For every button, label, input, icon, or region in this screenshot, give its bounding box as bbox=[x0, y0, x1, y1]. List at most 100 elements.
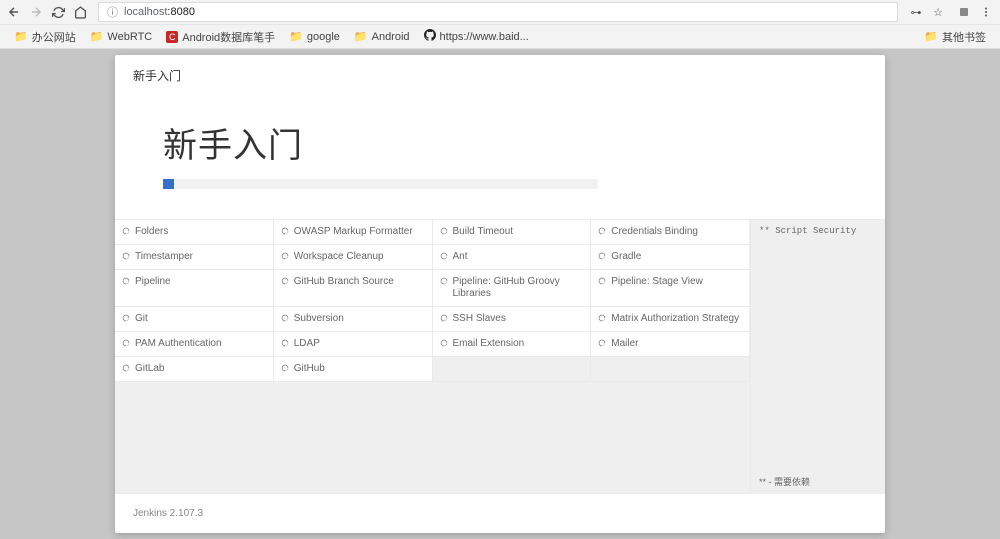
bookmark-item-2[interactable]: C Android数据库笔手 bbox=[160, 27, 281, 47]
plugin-row: PAM Authentication LDAP Email Extension Mai… bbox=[115, 332, 750, 357]
plugin-cell: GitLab bbox=[115, 357, 274, 382]
plugin-cell: SSH Slaves bbox=[433, 307, 592, 332]
plugin-cell: Pipeline: Stage View bbox=[591, 270, 750, 307]
star-button[interactable]: ☆ bbox=[928, 2, 948, 22]
plugin-row: GitSubversionSSH SlavesMatrix Authorizat… bbox=[115, 307, 750, 332]
plugin-cell: Subversion bbox=[274, 307, 433, 332]
plugin-name: LDAP bbox=[294, 338, 320, 350]
spinner-icon bbox=[280, 363, 290, 373]
plugin-name: SSH Slaves bbox=[453, 313, 506, 325]
spinner-icon bbox=[597, 226, 607, 236]
star-icon: ☆ bbox=[933, 6, 943, 19]
plugin-section: FoldersOWASP Markup FormatterBuild Timeo… bbox=[115, 219, 885, 494]
reload-icon bbox=[52, 6, 65, 19]
bookmark-label: https://www.baid... bbox=[440, 31, 529, 43]
url-info-icon: ⓘ bbox=[107, 4, 118, 20]
spinner-icon bbox=[121, 338, 131, 348]
back-button[interactable] bbox=[4, 2, 24, 22]
plugin-name: Ant bbox=[453, 251, 468, 263]
spinner-icon bbox=[121, 276, 131, 286]
plugin-grid: FoldersOWASP Markup FormatterBuild Timeo… bbox=[115, 220, 750, 494]
setup-wizard: 新手入门 新手入门 FoldersOWASP Markup FormatterB… bbox=[115, 55, 885, 533]
hero-section: 新手入门 bbox=[115, 96, 885, 219]
bookmark-item-1[interactable]: 📁 WebRTC bbox=[84, 28, 159, 45]
forward-button[interactable] bbox=[26, 2, 46, 22]
spinner-icon bbox=[597, 338, 607, 348]
extension-button[interactable] bbox=[954, 2, 974, 22]
page-content: 新手入门 新手入门 FoldersOWASP Markup FormatterB… bbox=[0, 49, 1000, 539]
spinner-icon bbox=[121, 363, 131, 373]
spinner-icon bbox=[121, 313, 131, 323]
bookmark-item-0[interactable]: 📁 办公网站 bbox=[8, 27, 82, 47]
app-icon: C bbox=[166, 31, 178, 43]
plugin-cell: Mailer bbox=[591, 332, 750, 357]
nav-toolbar: ⓘ localhost :8080 ⊶ ☆ bbox=[0, 0, 1000, 24]
plugin-grid-filler bbox=[115, 382, 750, 494]
spinner-icon bbox=[597, 313, 607, 323]
bookmark-item-4[interactable]: 📁 Android bbox=[348, 28, 416, 45]
spinner-icon bbox=[439, 338, 449, 348]
plugin-cell: LDAP bbox=[274, 332, 433, 357]
plugin-row: FoldersOWASP Markup FormatterBuild Timeo… bbox=[115, 220, 750, 245]
spinner-icon bbox=[121, 251, 131, 261]
plugin-name: GitHub bbox=[294, 363, 325, 375]
bookmark-item-3[interactable]: 📁 google bbox=[283, 28, 346, 45]
address-bar[interactable]: ⓘ localhost :8080 bbox=[98, 2, 898, 22]
plugin-name: Gradle bbox=[611, 251, 641, 263]
progress-bar bbox=[163, 179, 598, 189]
spinner-icon bbox=[597, 251, 607, 261]
plugin-cell: Folders bbox=[115, 220, 274, 245]
page-title: 新手入门 bbox=[163, 118, 837, 167]
bookmark-label: WebRTC bbox=[107, 31, 152, 43]
folder-icon: 📁 bbox=[90, 30, 104, 43]
url-actions: ⊶ ☆ bbox=[906, 2, 952, 22]
plugin-name: Pipeline: Stage View bbox=[611, 276, 703, 288]
key-icon: ⊶ bbox=[911, 6, 922, 19]
bookmark-label: 办公网站 bbox=[32, 29, 76, 45]
spinner-icon bbox=[280, 338, 290, 348]
bookmark-label: google bbox=[307, 31, 340, 43]
spinner-icon bbox=[439, 251, 449, 261]
plugin-row: Timestamper Workspace Cleanup Ant Gradle bbox=[115, 245, 750, 270]
home-icon bbox=[74, 6, 87, 19]
footer-version: Jenkins 2.107.3 bbox=[115, 494, 885, 533]
plugin-name: GitLab bbox=[135, 363, 164, 375]
plugin-cell: Gradle bbox=[591, 245, 750, 270]
plugin-cell: Email Extension bbox=[433, 332, 592, 357]
side-panel: ** Script Security ** - 需要依赖 bbox=[750, 220, 885, 494]
spinner-icon bbox=[597, 276, 607, 286]
plugin-cell: Pipeline bbox=[115, 270, 274, 307]
plugin-name: Mailer bbox=[611, 338, 638, 350]
spinner-icon bbox=[280, 313, 290, 323]
progress-fill bbox=[163, 179, 174, 189]
other-bookmarks[interactable]: 📁 其他书签 bbox=[918, 27, 992, 47]
bookmark-label: 其他书签 bbox=[942, 29, 986, 45]
plugin-name: Folders bbox=[135, 226, 168, 238]
bookmark-item-5[interactable]: https://www.baid... bbox=[418, 27, 535, 46]
plugin-cell: Git bbox=[115, 307, 274, 332]
plugin-cell: OWASP Markup Formatter bbox=[274, 220, 433, 245]
folder-icon: 📁 bbox=[289, 30, 303, 43]
spinner-icon bbox=[439, 313, 449, 323]
plugin-cell: Workspace Cleanup bbox=[274, 245, 433, 270]
reload-button[interactable] bbox=[48, 2, 68, 22]
plugin-cell: Ant bbox=[433, 245, 592, 270]
menu-button[interactable] bbox=[976, 2, 996, 22]
plugin-cell: Pipeline: GitHub Groovy Libraries bbox=[433, 270, 592, 307]
plugin-name: Timestamper bbox=[135, 251, 193, 263]
arrow-left-icon bbox=[7, 5, 21, 19]
github-icon bbox=[424, 29, 436, 44]
plugin-cell: Timestamper bbox=[115, 245, 274, 270]
plugin-name: Pipeline bbox=[135, 276, 171, 288]
plugin-name: PAM Authentication bbox=[135, 338, 222, 350]
key-button[interactable]: ⊶ bbox=[906, 2, 926, 22]
spinner-icon bbox=[280, 226, 290, 236]
plugin-row: GitLab GitHub bbox=[115, 357, 750, 382]
plugin-name: Credentials Binding bbox=[611, 226, 698, 238]
puzzle-icon bbox=[958, 6, 970, 18]
bookmarks-bar: 📁 办公网站 📁 WebRTC C Android数据库笔手 📁 google … bbox=[0, 24, 1000, 48]
modal-header: 新手入门 bbox=[115, 55, 885, 96]
plugin-cell: PAM Authentication bbox=[115, 332, 274, 357]
home-button[interactable] bbox=[70, 2, 90, 22]
url-port: :8080 bbox=[167, 6, 195, 18]
